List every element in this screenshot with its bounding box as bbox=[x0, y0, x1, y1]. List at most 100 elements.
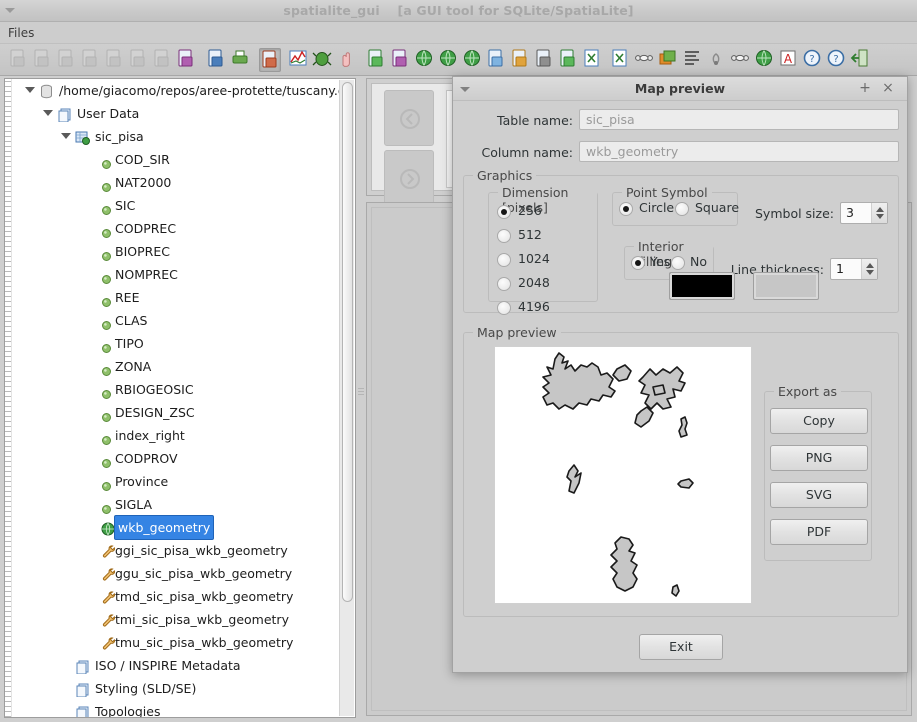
dialog-maximize-icon[interactable]: + bbox=[857, 81, 873, 97]
stroke-color-swatch[interactable] bbox=[669, 272, 735, 300]
export-copy-button[interactable]: Copy bbox=[770, 408, 868, 434]
symbol-size-spinner-buttons[interactable] bbox=[871, 203, 887, 223]
hand-icon[interactable] bbox=[336, 48, 358, 72]
tree-item-codprov[interactable]: CODPROV bbox=[13, 447, 339, 470]
radio-no-icon[interactable] bbox=[671, 256, 685, 270]
tree-item-sic[interactable]: SIC bbox=[13, 194, 339, 217]
tree-item-ggu-sic-pisa-wkb-geometry[interactable]: ggu_sic_pisa_wkb_geometry bbox=[13, 562, 339, 585]
dump-file-icon[interactable] bbox=[534, 48, 556, 72]
tree-item-iso-inspire-metadata[interactable]: ISO / INSPIRE Metadata bbox=[13, 654, 339, 677]
load-shapefile-icon[interactable] bbox=[366, 48, 388, 72]
info-icon[interactable]: ? bbox=[802, 48, 824, 72]
tree-item-styling-sld-se-[interactable]: Styling (SLD/SE) bbox=[13, 677, 339, 700]
chart-icon[interactable] bbox=[288, 48, 310, 72]
database-tree-panel[interactable]: /home/giacomo/repos/aree-protette/tuscan… bbox=[4, 78, 356, 718]
export-file-icon[interactable] bbox=[510, 48, 532, 72]
tree-item-ree[interactable]: REE bbox=[13, 286, 339, 309]
globe-doc-icon[interactable] bbox=[754, 48, 776, 72]
radio-256-icon[interactable] bbox=[497, 205, 511, 219]
xls-export-icon[interactable] bbox=[610, 48, 632, 72]
save-sql-icon[interactable] bbox=[259, 48, 281, 72]
tree-item-tipo[interactable]: TIPO bbox=[13, 332, 339, 355]
edit-sql-icon[interactable] bbox=[390, 48, 412, 72]
table-name-field[interactable]: sic_pisa bbox=[579, 109, 899, 130]
tree-item-bioprec[interactable]: BIOPREC bbox=[13, 240, 339, 263]
column-icon bbox=[101, 338, 116, 353]
tree-item-index-right[interactable]: index_right bbox=[13, 424, 339, 447]
globe-out-icon[interactable] bbox=[438, 48, 460, 72]
layers-icon[interactable] bbox=[658, 48, 680, 72]
radio-2048-icon[interactable] bbox=[497, 277, 511, 291]
tree-item-codprec[interactable]: CODPREC bbox=[13, 217, 339, 240]
tree-item-topologies[interactable]: Topologies bbox=[13, 700, 339, 717]
attach-db-icon[interactable] bbox=[176, 48, 198, 72]
line-thickness-spinner-buttons[interactable] bbox=[861, 259, 877, 279]
tree-item-design-zsc[interactable]: DESIGN_ZSC bbox=[13, 401, 339, 424]
map-preview-canvas[interactable] bbox=[494, 346, 752, 604]
network-icon[interactable] bbox=[634, 48, 656, 72]
tree-item-zona[interactable]: ZONA bbox=[13, 355, 339, 378]
next-page-button[interactable] bbox=[384, 150, 434, 206]
pane-splitter[interactable] bbox=[357, 78, 365, 718]
tree-item-rbiogeosic[interactable]: RBIOGEOSIC bbox=[13, 378, 339, 401]
dump-db-icon[interactable] bbox=[558, 48, 580, 72]
refresh-icon[interactable] bbox=[206, 48, 228, 72]
window-subtitle-text: [a GUI tool for SQLite/SpatiaLite] bbox=[397, 3, 634, 18]
export-pdf-button[interactable]: PDF bbox=[770, 519, 868, 545]
radio-4196-icon[interactable] bbox=[497, 301, 511, 315]
tree-scrollbar-thumb[interactable] bbox=[342, 82, 353, 602]
import-file-icon[interactable] bbox=[486, 48, 508, 72]
font-icon[interactable]: A bbox=[778, 48, 800, 72]
tree-vertical-scrollbar[interactable] bbox=[339, 80, 354, 716]
line-thickness-decrement-icon[interactable] bbox=[866, 270, 874, 275]
line-thickness-spinner[interactable]: 1 bbox=[830, 258, 878, 280]
tree-item-wkb-geometry[interactable]: wkb_geometry bbox=[13, 516, 339, 539]
xls-import-icon[interactable] bbox=[582, 48, 604, 72]
export-svg-button[interactable]: SVG bbox=[770, 482, 868, 508]
radio-yes-icon[interactable] bbox=[631, 256, 645, 270]
prev-page-button[interactable] bbox=[384, 90, 434, 146]
topology-icon[interactable] bbox=[730, 48, 752, 72]
tree-item-nomprec[interactable]: NOMPREC bbox=[13, 263, 339, 286]
tree-expander-icon[interactable] bbox=[43, 110, 53, 116]
tree-item-tmi-sic-pisa-wkb-geometry[interactable]: tmi_sic_pisa_wkb_geometry bbox=[13, 608, 339, 631]
dimension-label-2048: 2048 bbox=[518, 275, 550, 290]
radio-512-icon[interactable] bbox=[497, 229, 511, 243]
tree-item-sigla[interactable]: SIGLA bbox=[13, 493, 339, 516]
export-png-button[interactable]: PNG bbox=[770, 445, 868, 471]
symbol-size-spinner[interactable]: 3 bbox=[840, 202, 888, 224]
symbol-size-increment-icon[interactable] bbox=[876, 207, 884, 212]
globe-in-icon[interactable] bbox=[414, 48, 436, 72]
line-thickness-increment-icon[interactable] bbox=[866, 263, 874, 268]
tree-item-label: CODPREC bbox=[115, 221, 177, 236]
bug-icon[interactable] bbox=[312, 48, 334, 72]
exit-button[interactable]: Exit bbox=[639, 634, 723, 660]
tree-item-province[interactable]: Province bbox=[13, 470, 339, 493]
radio-circle-icon[interactable] bbox=[619, 202, 633, 216]
exit-icon[interactable] bbox=[850, 48, 872, 72]
tree-item-sic-pisa[interactable]: sic_pisa bbox=[13, 125, 339, 148]
tree-item-user-data[interactable]: User Data bbox=[13, 102, 339, 125]
help-icon[interactable]: ? bbox=[826, 48, 848, 72]
menu-item-files[interactable]: Files bbox=[8, 26, 34, 40]
fill-color-swatch[interactable] bbox=[753, 272, 819, 300]
tree-item-tmu-sic-pisa-wkb-geometry[interactable]: tmu_sic_pisa_wkb_geometry bbox=[13, 631, 339, 654]
tree-item-cod-sir[interactable]: COD_SIR bbox=[13, 148, 339, 171]
column-icon bbox=[101, 384, 116, 399]
tree-item-nat2000[interactable]: NAT2000 bbox=[13, 171, 339, 194]
globe-import-icon[interactable] bbox=[462, 48, 484, 72]
tree-expander-icon[interactable] bbox=[61, 133, 71, 139]
column-name-label: Column name: bbox=[481, 145, 573, 160]
tree-item-tmd-sic-pisa-wkb-geometry[interactable]: tmd_sic_pisa_wkb_geometry bbox=[13, 585, 339, 608]
column-name-field[interactable]: wkb_geometry bbox=[579, 141, 899, 162]
radio-1024-icon[interactable] bbox=[497, 253, 511, 267]
tree-expander-icon[interactable] bbox=[25, 87, 35, 93]
radio-square-icon[interactable] bbox=[675, 202, 689, 216]
symbol-size-decrement-icon[interactable] bbox=[876, 214, 884, 219]
tree-item--home-giacomo-repos-aree-protette-tuscany-db[interactable]: /home/giacomo/repos/aree-protette/tuscan… bbox=[13, 79, 354, 102]
print-icon[interactable] bbox=[230, 48, 252, 72]
tree-item-ggi-sic-pisa-wkb-geometry[interactable]: ggi_sic_pisa_wkb_geometry bbox=[13, 539, 339, 562]
dialog-close-icon[interactable]: × bbox=[880, 81, 896, 97]
tree-item-clas[interactable]: CLAS bbox=[13, 309, 339, 332]
text-list-icon[interactable] bbox=[682, 48, 704, 72]
